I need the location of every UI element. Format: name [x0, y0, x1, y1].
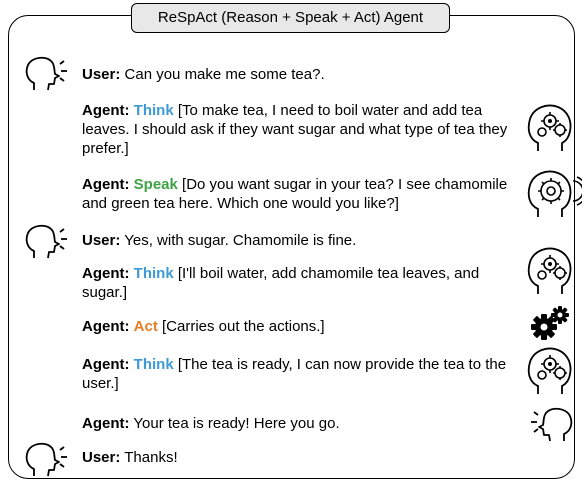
think-tag: Think [133, 102, 174, 119]
speaker-label: Agent: [82, 176, 130, 193]
speaker-label: Agent: [82, 102, 130, 119]
turn-user-3: User: Thanks! [82, 448, 522, 467]
think-tag: Think [133, 265, 174, 282]
speaker-label: Agent: [82, 265, 130, 282]
head-with-gear-speaking-icon [527, 170, 582, 217]
turn-text: [Carries out the actions.] [157, 318, 325, 335]
speaker-label: User: [82, 66, 121, 83]
speaker-label: User: [82, 232, 121, 249]
user-speaking-icon [25, 442, 67, 477]
think-tag: Think [133, 356, 174, 373]
head-with-gears-icon [527, 104, 572, 151]
speaker-label: Agent: [82, 356, 130, 373]
speaker-label: Agent: [82, 318, 130, 335]
diagram-title: ReSpAct (Reason + Speak + Act) Agent [131, 3, 450, 33]
speak-tag: Speak [133, 176, 178, 193]
gears-icon [531, 306, 569, 340]
act-tag: Act [133, 318, 158, 335]
turn-agent-act: Agent: Act [Carries out the actions.] [82, 317, 522, 336]
turn-agent-think-2: Agent: Think [I'll boil water, add chamo… [82, 264, 522, 302]
head-with-gears-icon [527, 247, 572, 294]
turn-text: Your tea is ready! Here you go. [129, 415, 340, 432]
turn-text: Can you make me some tea?. [120, 66, 325, 83]
turn-text: Thanks! [120, 449, 178, 466]
head-with-gears-icon [527, 347, 572, 394]
speaker-label: Agent: [82, 415, 130, 432]
turn-agent-speak: Agent: Speak [Do you want sugar in your … [82, 175, 522, 213]
turn-agent-reply: Agent: Your tea is ready! Here you go. [82, 414, 522, 433]
user-speaking-icon [25, 224, 67, 259]
turn-agent-think-1: Agent: Think [To make tea, I need to boi… [82, 101, 522, 158]
speaker-label: User: [82, 449, 121, 466]
turn-user-1: User: Can you make me some tea?. [82, 65, 522, 84]
user-speaking-icon [25, 56, 67, 91]
agent-speaking-icon [531, 407, 573, 442]
turn-agent-think-3: Agent: Think [The tea is ready, I can no… [82, 355, 522, 393]
turn-user-2: User: Yes, with sugar. Chamomile is fine… [82, 231, 522, 250]
turn-text: Yes, with sugar. Chamomile is fine. [120, 232, 357, 249]
